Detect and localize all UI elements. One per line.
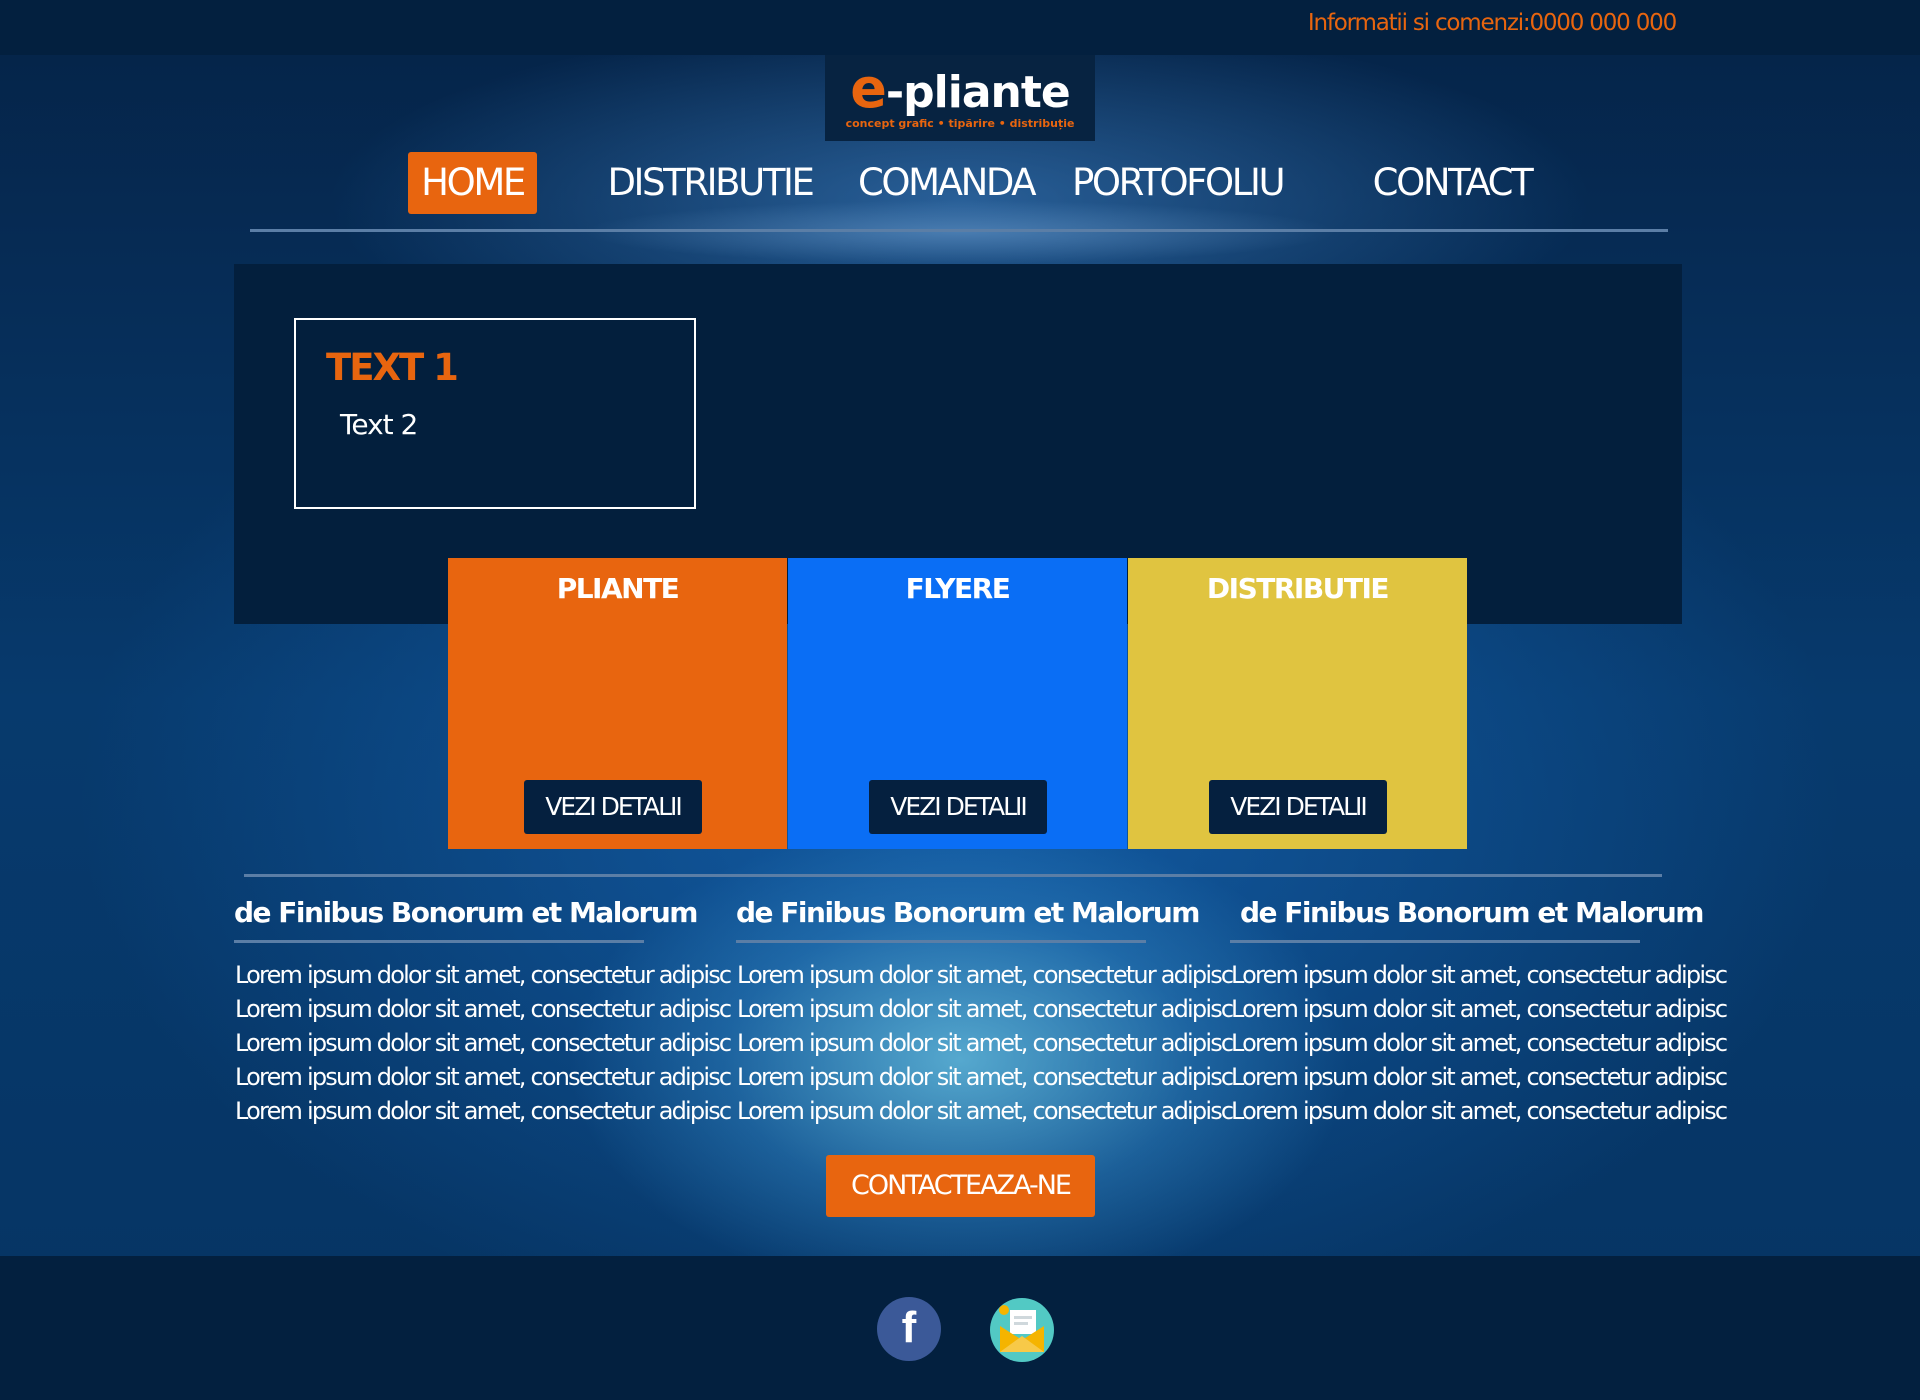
text-line: Lorem ipsum dolor sit amet, consectetur …: [1231, 995, 1728, 1023]
mail-envelope-icon: [999, 1305, 1044, 1352]
logo-tagline: concept grafic • tipărire • distribuție: [845, 117, 1075, 130]
text-line: Lorem ipsum dolor sit amet, consectetur …: [737, 1029, 1234, 1057]
nav-home[interactable]: HOME: [408, 152, 537, 214]
text-line: Lorem ipsum dolor sit amet, consectetur …: [235, 995, 732, 1023]
card-title: DISTRIBUTIE: [1206, 572, 1390, 605]
text-line: Lorem ipsum dolor sit amet, consectetur …: [737, 1063, 1234, 1091]
column-text: Lorem ipsum dolor sit amet, consectetur …: [1231, 958, 1728, 1128]
hero-textbox: TEXT 1 Text 2: [294, 318, 696, 509]
card-title: PLIANTE: [556, 572, 680, 605]
text-line: Lorem ipsum dolor sit amet, consectetur …: [235, 1097, 732, 1125]
column-text: Lorem ipsum dolor sit amet, consectetur …: [737, 958, 1234, 1128]
column-heading: de Finibus Bonorum et Malorum: [234, 896, 698, 929]
vezi-detalii-button[interactable]: VEZI DETALII: [524, 780, 702, 834]
nav-contact[interactable]: CONTACT: [1370, 152, 1534, 214]
text-line: Lorem ipsum dolor sit amet, consectetur …: [1231, 1063, 1728, 1091]
text-line: Lorem ipsum dolor sit amet, consectetur …: [737, 961, 1234, 989]
hero-title: TEXT 1: [326, 346, 459, 389]
mail-icon[interactable]: [990, 1298, 1054, 1362]
section-divider: [244, 874, 1662, 877]
text-line: Lorem ipsum dolor sit amet, consectetur …: [737, 1097, 1234, 1125]
text-line: Lorem ipsum dolor sit amet, consectetur …: [1231, 1029, 1728, 1057]
nav-portofoliu[interactable]: PORTOFOLIU: [1072, 152, 1286, 214]
text-line: Lorem ipsum dolor sit amet, consectetur …: [235, 1063, 732, 1091]
text-line: Lorem ipsum dolor sit amet, consectetur …: [1231, 1097, 1728, 1125]
text-line: Lorem ipsum dolor sit amet, consectetur …: [235, 1029, 732, 1057]
column-heading: de Finibus Bonorum et Malorum: [736, 896, 1200, 929]
text-line: Lorem ipsum dolor sit amet, consectetur …: [1231, 961, 1728, 989]
column-underline: [1230, 940, 1640, 943]
column-underline: [234, 940, 644, 943]
nav-comanda[interactable]: COMANDA: [858, 152, 1037, 214]
text-line: Lorem ipsum dolor sit amet, consectetur …: [737, 995, 1234, 1023]
vezi-detalii-button[interactable]: VEZI DETALII: [1209, 780, 1387, 834]
column-text: Lorem ipsum dolor sit amet, consectetur …: [235, 958, 732, 1128]
column-underline: [736, 940, 1146, 943]
logo[interactable]: e-pliante concept grafic • tipărire • di…: [825, 55, 1095, 141]
vezi-detalii-button[interactable]: VEZI DETALII: [869, 780, 1047, 834]
card-flyere: FLYERE VEZI DETALII: [788, 558, 1127, 849]
footer: [0, 1256, 1920, 1400]
logo-letter-e: e: [850, 57, 887, 120]
logo-wordmark: e-pliante: [825, 61, 1095, 121]
facebook-letter: f: [901, 1303, 917, 1352]
card-title: FLYERE: [905, 572, 1011, 605]
hero-subtitle: Text 2: [340, 408, 418, 441]
contacteaza-ne-button[interactable]: CONTACTEAZA-NE: [826, 1155, 1095, 1217]
column-heading: de Finibus Bonorum et Malorum: [1240, 896, 1704, 929]
card-pliante: PLIANTE VEZI DETALII: [448, 558, 787, 849]
text-line: Lorem ipsum dolor sit amet, consectetur …: [235, 961, 732, 989]
logo-text: -pliante: [885, 67, 1071, 118]
card-distributie: DISTRIBUTIE VEZI DETALII: [1128, 558, 1467, 849]
nav-distributie[interactable]: DISTRIBUTIE: [600, 152, 820, 214]
facebook-icon[interactable]: f: [877, 1297, 941, 1361]
nav-divider: [250, 229, 1668, 232]
contact-info: Informatii si comenzi:0000 000 000: [1307, 10, 1677, 36]
